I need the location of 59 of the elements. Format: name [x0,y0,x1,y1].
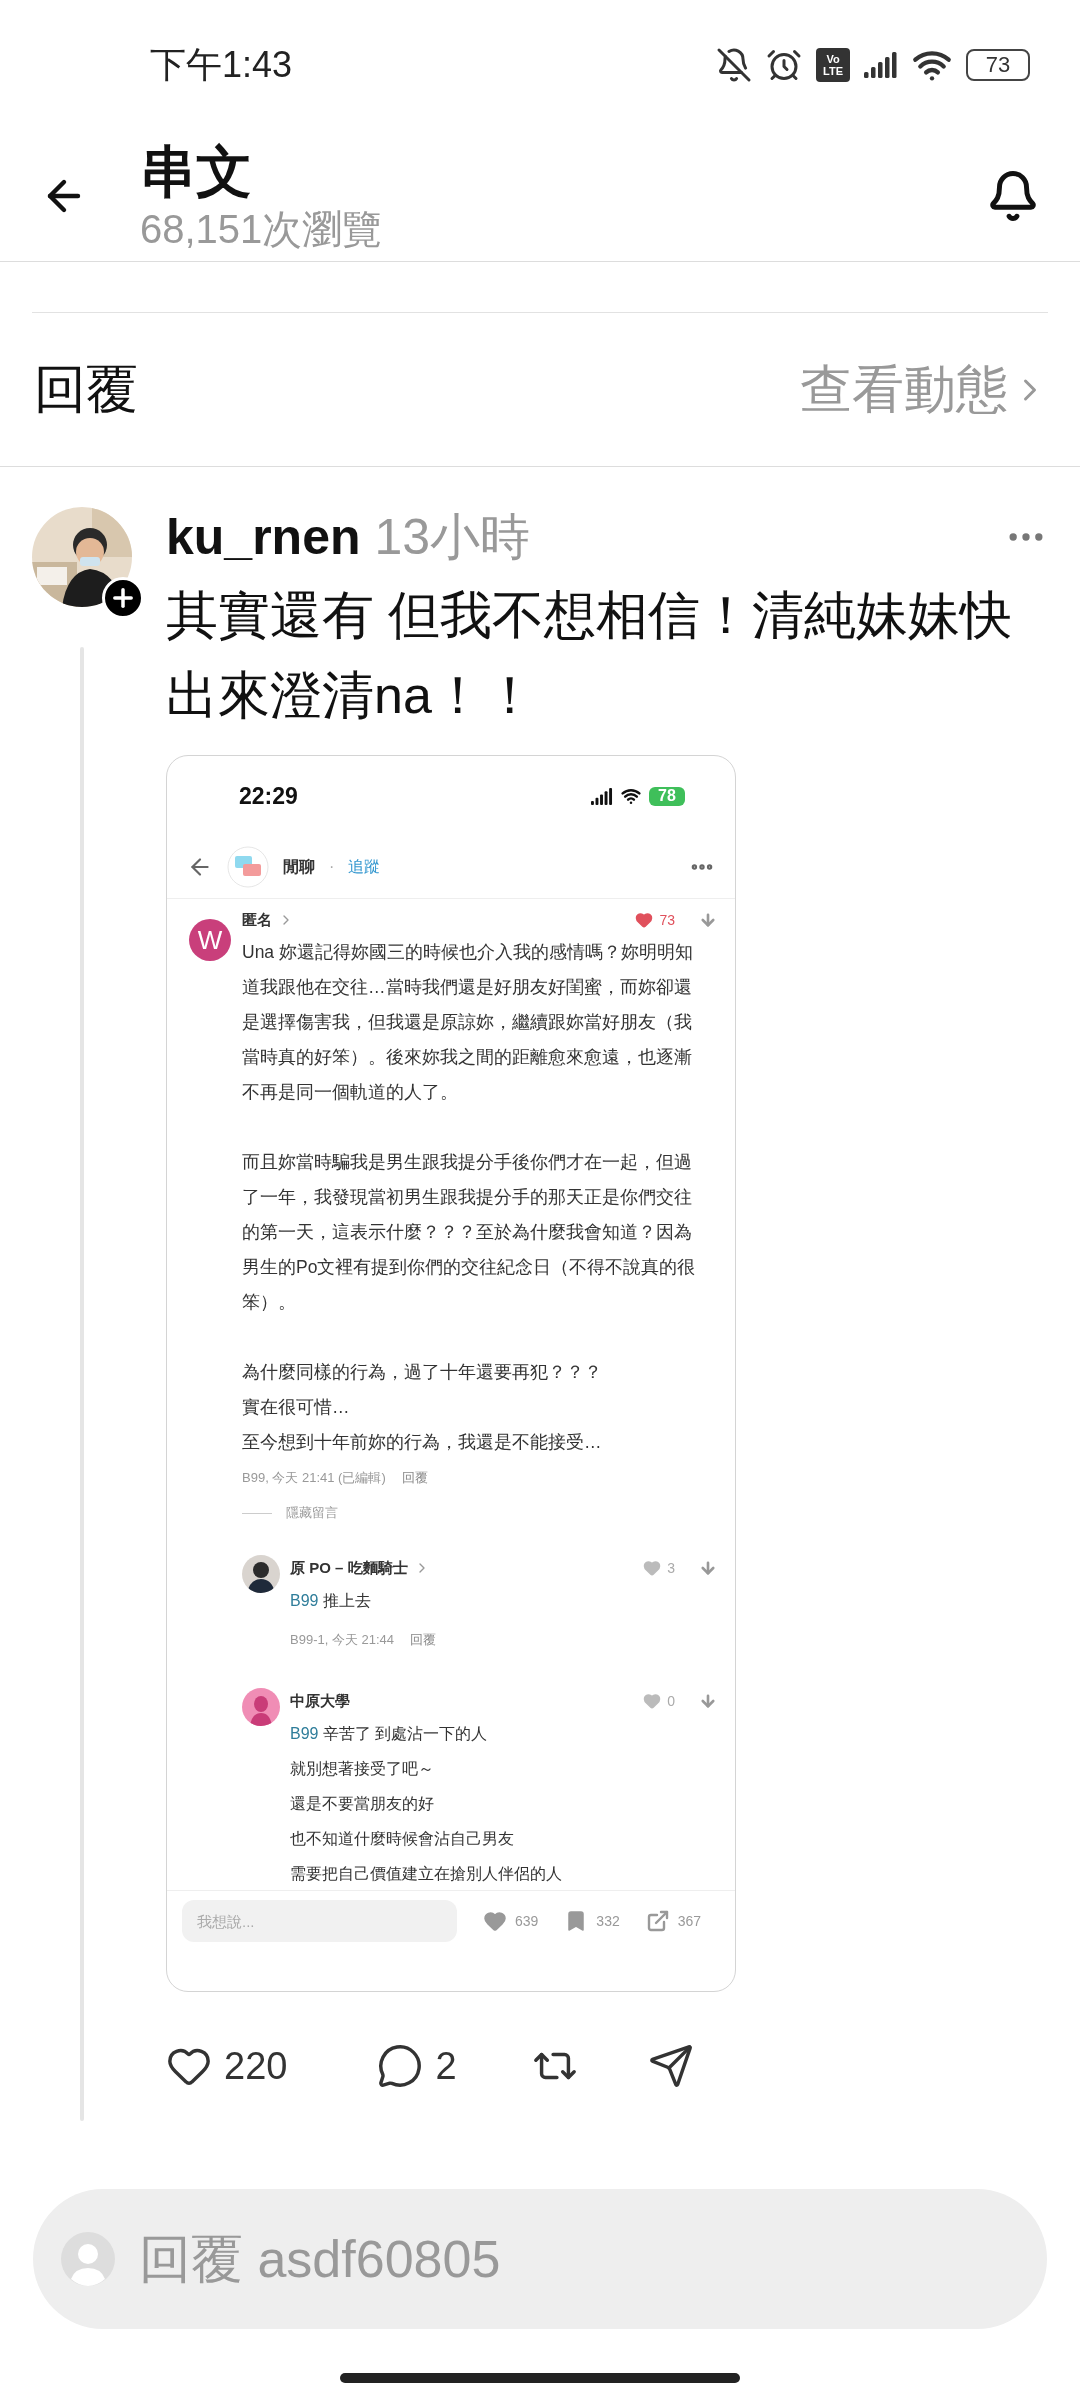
wifi-icon [621,786,641,806]
mention-link[interactable]: B99 [290,1592,319,1609]
send-icon [647,2043,694,2089]
forum-name[interactable]: 閒聊 [283,856,315,878]
reply-author[interactable]: 中原大學 [290,1691,350,1711]
reply-field[interactable]: 回覆 asdf60805 [33,2189,1047,2329]
signal-icon [864,52,898,78]
status-time: 22:29 [239,782,298,810]
reply-author[interactable]: 原 PO – 吃麵騎士 [290,1558,408,1578]
mute-icon [716,47,752,83]
like-count: 3 [667,1560,675,1576]
battery-icon: 78 [649,786,685,806]
reply-input[interactable]: 回覆 asdf60805 [137,2228,1019,2290]
reply-meta: B99-1, 今天 21:44 [290,1631,395,1649]
comment-button[interactable]: 2 [377,2043,457,2089]
reply-text: B99 推上去 [290,1591,372,1611]
heart-icon[interactable] [635,911,654,929]
comment-meta: B99, 今天 21:41 (已編輯) [242,1469,386,1487]
mention-link[interactable]: B99 [290,1725,319,1742]
separator-dot: · [329,858,335,876]
forum-avatar-icon [227,846,269,888]
like-count: 73 [659,912,675,928]
comment-icon [377,2043,424,2089]
post-text: 其實還有 但我不想相信！清純妹妹快出來澄清na！！ [166,585,1014,726]
heart-icon [483,1909,507,1933]
avatar-letter: W [189,919,231,961]
like-button[interactable]: 220 [166,2043,288,2089]
comment-author[interactable]: 匿名 [242,910,272,930]
follow-link[interactable]: 追蹤 [348,856,675,878]
post-time: 13小時 [374,507,532,567]
comment-text: Una 妳還記得妳國三的時候也介入我的感情嗎？妳明明知 道我跟他在交往…當時我們還是好朋友好閨蜜，而妳卻還 是選擇傷害我，但我還是原諒妳，繼續跟妳當好朋友（我 當時真的好笨）。後來妳我之間的距離愈來愈遠，也逐漸 不再是同一個軌道的人了。 [242,941,694,1104]
battery-icon: 73 [966,49,1030,81]
avatar-icon [61,2232,115,2286]
reply-link[interactable]: 回覆 [401,1469,428,1487]
downvote-icon[interactable] [699,911,717,929]
like-count: 0 [667,1693,675,1709]
section-title: 回覆 [34,358,138,420]
avatar-icon [242,1688,280,1726]
comment-text: 為什麼同樣的行為，過了十年還要再犯？？？ 實在很可惜… 至今想到十年前妳的行為，我還是不能接受… [242,1361,603,1454]
view-count: 68,151次瀏覽 [140,205,384,253]
username[interactable]: ku_rnen [166,508,361,566]
downvote-icon[interactable] [699,1559,717,1577]
comment-text: 而且妳當時騙我是男生跟我提分手後你們才在一起，但過 了一年，我發現當初男生跟我提分手的那天正是你們交往 的第一天，這表示什麼？？？至於為什麼我會知道？因為 男生的Po文裡有提到你們的交往紀念日（不得不說真的很 笨）。 [242,1151,697,1314]
volte-badge: Vo LTE [816,48,850,82]
alarm-icon [766,47,802,83]
bookmark-stat-button[interactable]: 332 [556,1909,620,1933]
activity-link[interactable]: 查看動態 [800,354,1048,425]
reply-text: B99 辛苦了 到處沾一下的人 就別想著接受了吧～ 還是不要當朋友的好 也不知道什麼時候會沾自己男友 需要把自己價值建立在搶別人伴侶的人 [290,1724,563,1884]
reply-link[interactable]: 回覆 [410,1631,437,1649]
share-stat-button[interactable]: 367 [637,1909,702,1933]
downvote-icon[interactable] [699,1692,717,1710]
hide-comments-link[interactable]: 隱藏留言 [286,1504,338,1522]
share-button[interactable] [647,2043,694,2089]
share-icon [645,1909,670,1933]
page-title: 串文 [140,138,253,205]
comment-input[interactable]: 我想說... [182,1900,457,1942]
signal-icon [591,787,613,805]
like-stat-button[interactable]: 639 [475,1909,539,1933]
status-time: 下午1:43 [150,42,293,87]
